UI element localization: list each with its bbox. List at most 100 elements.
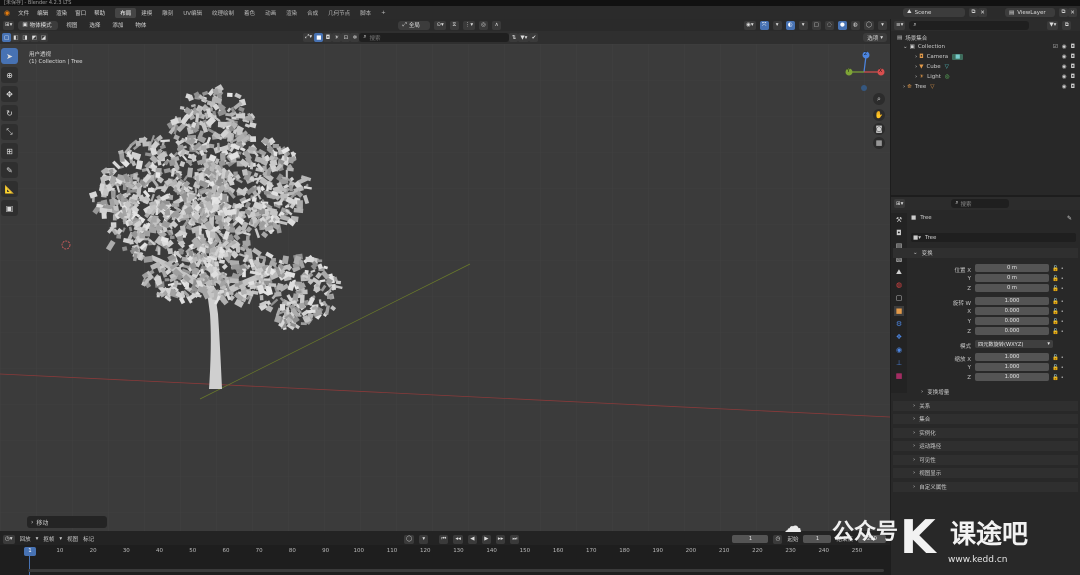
camera-render-icon[interactable]: ◘ (1071, 84, 1075, 90)
new-view-layer-button[interactable]: ⧉ (1059, 8, 1068, 17)
menu-edit[interactable]: 编辑 (33, 9, 52, 17)
rotation-mode-dropdown[interactable]: 四元数旋转(WXYZ) ▾ (975, 340, 1053, 348)
scale-x-field[interactable]: 1.000 (975, 353, 1049, 361)
jump-start-icon[interactable]: ⏮ (439, 534, 449, 544)
shading-menu-button[interactable]: ▾ (878, 20, 887, 30)
eye-icon[interactable]: ◉ (1062, 44, 1067, 50)
options-dropdown[interactable]: 选项 ▾ (863, 33, 887, 42)
physics-tab-icon[interactable]: ◉ (894, 345, 904, 355)
panel-relations[interactable]: › 关系 (893, 401, 1078, 411)
empty-filter-icon[interactable]: ⊡ (341, 33, 351, 42)
select-tool-icon[interactable]: ➤ (1, 48, 18, 64)
menu-file[interactable]: 文件 (14, 9, 33, 17)
keying-set-icon[interactable]: ▾ (419, 534, 429, 544)
outliner-row-scene-collection[interactable]: ▤ 场景集合 (897, 34, 927, 42)
sort-icon[interactable]: ⇅ (509, 33, 519, 42)
location-x-field[interactable]: 0 m (975, 264, 1049, 272)
viewport-menu-object[interactable]: 物体 (131, 21, 150, 29)
timeline-menu-view[interactable]: 视图 (67, 535, 78, 543)
camera-render-icon[interactable]: ◘ (1071, 74, 1075, 80)
rotation-y-field[interactable]: 0.000 (975, 317, 1049, 325)
panel-instancing[interactable]: › 实例化 (893, 428, 1078, 438)
perspective-toggle-icon[interactable]: ▦ (873, 137, 885, 149)
solid-shading-button[interactable]: ● (837, 20, 847, 30)
new-collection-icon[interactable]: ⧉ (1062, 20, 1072, 30)
lock-icon[interactable]: 🔓 • (1052, 307, 1074, 317)
select-box-mode-icon[interactable]: ▢ (2, 33, 12, 42)
pin-icon[interactable]: ✎ (1067, 215, 1072, 222)
world-tab-icon[interactable]: ◍ (894, 280, 904, 290)
render-tab-icon[interactable]: ◘ (894, 228, 904, 238)
gizmo-toggle-button[interactable]: ⤧ (759, 20, 769, 30)
outliner-search-input[interactable]: ⌕ (909, 20, 1030, 30)
current-frame-field[interactable]: 1 (732, 535, 769, 543)
restrict-toggle-icon[interactable]: ✔ (529, 33, 539, 42)
lock-icon[interactable]: 🔓 • (1052, 373, 1074, 383)
workspace-tab-shading[interactable]: 着色 (239, 8, 260, 18)
panel-visibility[interactable]: › 可见性 (893, 455, 1078, 465)
select-intersect-mode-icon[interactable]: ◪ (38, 33, 49, 42)
pivot-point-button[interactable]: ⊙▾ (434, 20, 446, 30)
gizmo-menu-button[interactable]: ▾ (772, 20, 782, 30)
overlay-toggle-button[interactable]: ◐ (785, 20, 795, 30)
outliner-row-cube[interactable]: › ▼ Cube ▽ ◉ ◘ (915, 64, 1075, 70)
mesh-filter-icon[interactable]: ■ (314, 33, 324, 42)
jump-prev-keyframe-icon[interactable]: ◂◂ (453, 534, 463, 544)
lock-icon[interactable]: 🔓 • (1052, 264, 1074, 274)
workspace-tab-geometry-nodes[interactable]: 几何节点 (323, 8, 355, 18)
lock-icon[interactable]: 🔓 • (1052, 317, 1074, 327)
panel-collections[interactable]: › 集合 (893, 414, 1078, 424)
eye-icon[interactable]: ◉ (1062, 84, 1067, 90)
xray-toggle-button[interactable]: ▢ (811, 20, 821, 30)
blender-logo-icon[interactable]: ◉ (0, 9, 14, 17)
panel-viewport-display[interactable]: › 视图显示 (893, 468, 1078, 478)
outliner-row-collection[interactable]: ⌄ ▣ Collection ☑ ◉ ◘ (903, 44, 1075, 50)
lock-icon[interactable]: 🔓 • (1052, 297, 1074, 307)
menu-render[interactable]: 渲染 (52, 9, 71, 17)
particles-tab-icon[interactable]: ❖ (894, 332, 904, 342)
annotate-tool-icon[interactable]: ✎ (1, 162, 18, 178)
proportional-falloff-button[interactable]: ∧ (492, 20, 502, 30)
wireframe-shading-button[interactable]: ◌ (824, 20, 834, 30)
rendered-shading-button[interactable]: ◯ (863, 20, 874, 30)
properties-search-input[interactable]: ⌕ 搜索 (951, 199, 1010, 208)
eye-icon[interactable]: ◉ (1062, 54, 1067, 60)
tool-tab-icon[interactable]: ⚒ (894, 215, 904, 225)
scene-tab-icon[interactable]: ⛰ (894, 267, 904, 277)
scale-tool-icon[interactable]: ⤡ (1, 124, 18, 140)
location-z-field[interactable]: 0 m (975, 284, 1049, 292)
timeline-menu-playback[interactable]: 回放 (20, 535, 31, 543)
camera-render-icon[interactable]: ◘ (1071, 44, 1075, 50)
other-filter-icon[interactable]: ✲ (350, 33, 360, 42)
workspace-tab-rendering[interactable]: 渲染 (281, 8, 302, 18)
snap-button[interactable]: ⧖ (449, 20, 459, 30)
rotation-x-field[interactable]: 0.000 (975, 307, 1049, 315)
rotation-z-field[interactable]: 0.000 (975, 327, 1049, 335)
select-subtract-mode-icon[interactable]: ◨ (20, 33, 30, 42)
workspace-tab-scripting[interactable]: 脚本 (355, 8, 376, 18)
viewport-menu-add[interactable]: 添加 (108, 21, 127, 29)
camera-filter-icon[interactable]: ◘ (323, 33, 333, 42)
timeline-scrollbar[interactable] (28, 569, 884, 572)
visibility-button[interactable]: ◉▾ (744, 20, 756, 30)
scale-z-field[interactable]: 1.000 (975, 373, 1049, 381)
view-layer-selector[interactable]: ▤ ViewLayer (1005, 8, 1055, 17)
properties-editor-type-icon[interactable]: ⊞▾ (894, 199, 906, 208)
eye-icon[interactable]: ◉ (1062, 64, 1067, 70)
navigation-gizmo[interactable]: X Y Z (842, 50, 886, 96)
playhead[interactable]: 1 (24, 547, 36, 556)
outliner-row-camera[interactable]: › ◘ Camera ■ ◉ ◘ (915, 54, 1075, 60)
pan-hand-icon[interactable]: ✋ (873, 109, 885, 121)
transform-panel-header[interactable]: ⌄ 变换 (893, 248, 1078, 258)
data-tab-icon[interactable]: ▦ (894, 371, 904, 381)
outliner-editor-type-icon[interactable]: ≡▾ (894, 20, 906, 30)
object-tab-icon[interactable]: ■ (894, 306, 904, 316)
delta-transform-subpanel[interactable]: › 变换增量 (893, 387, 1078, 397)
overlay-menu-button[interactable]: ▾ (798, 20, 808, 30)
menu-help[interactable]: 帮助 (90, 9, 109, 17)
scale-y-field[interactable]: 1.000 (975, 363, 1049, 371)
camera-view-icon[interactable]: ◙ (873, 123, 885, 135)
workspace-tab-sculpting[interactable]: 雕刻 (157, 8, 178, 18)
workspace-tab-modeling[interactable]: 建模 (136, 8, 157, 18)
filter-icon[interactable]: ▼▾ (1047, 20, 1059, 30)
